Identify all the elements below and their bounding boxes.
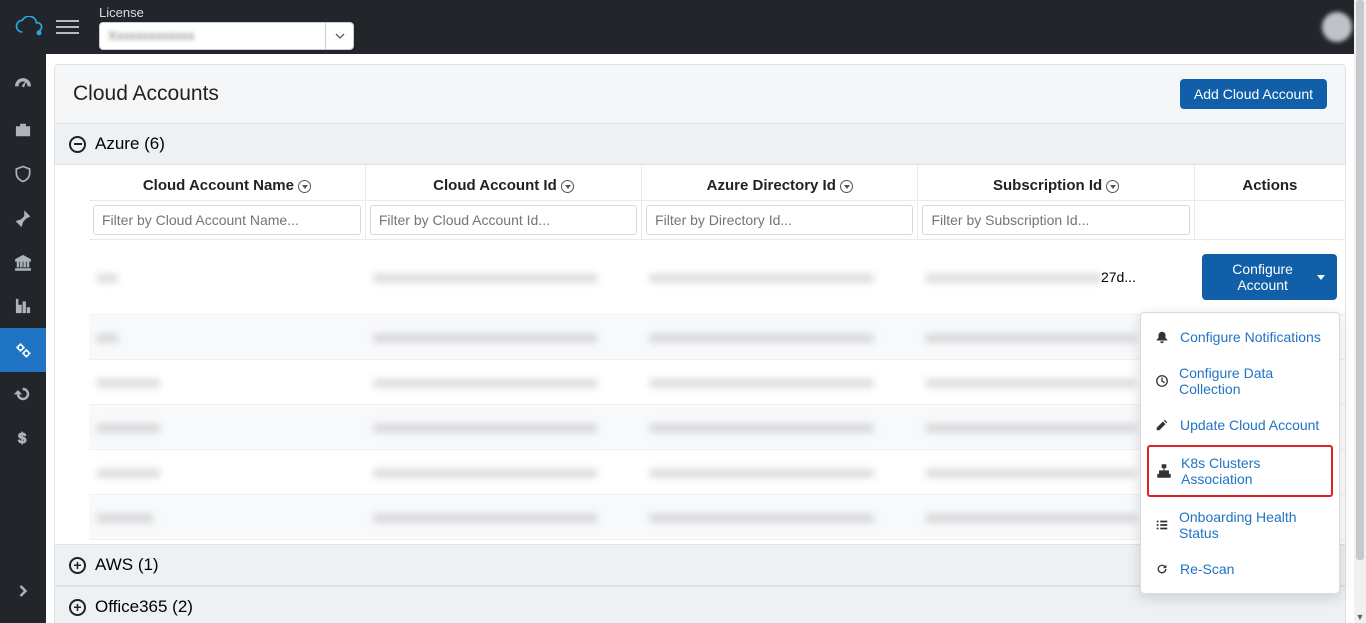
cell-sub: xxxxxxxxxxxxxxxxxxxxxxxxx27d... xyxy=(918,240,1194,315)
filter-subscription-id[interactable] xyxy=(922,205,1189,235)
nav-history[interactable] xyxy=(0,372,46,416)
expand-icon xyxy=(69,599,86,616)
nav-billing[interactable]: $ xyxy=(0,416,46,460)
cell-name: xxx xyxy=(89,315,365,360)
menu-item-label: Configure Data Collection xyxy=(1179,365,1325,397)
filter-account-id[interactable] xyxy=(370,205,637,235)
topbar: License xyxy=(0,0,1366,54)
collapse-icon xyxy=(69,136,86,153)
group-aws-label: AWS (1) xyxy=(95,555,159,575)
cell-name: xxx xyxy=(89,240,365,315)
menu-item-label: Update Cloud Account xyxy=(1180,417,1319,433)
sort-icon xyxy=(561,180,574,193)
group-azure-label: Azure (6) xyxy=(95,134,165,154)
table-row: xxxxxxxxxxxxxxxxxxxxxxxxxxxxxxxxxxxxxxxx… xyxy=(89,240,1345,315)
sort-icon xyxy=(1106,180,1119,193)
menu-refresh[interactable]: Re-Scan xyxy=(1141,551,1339,587)
scroll-down-icon[interactable]: ▼ xyxy=(1354,611,1366,623)
chevron-down-icon[interactable] xyxy=(325,23,353,49)
nav-briefcase[interactable] xyxy=(0,108,46,152)
cell-id: xxxxxxxxxxxxxxxxxxxxxxxxxxxxxxxx xyxy=(365,240,641,315)
edit-icon xyxy=(1155,418,1170,433)
page-title: Cloud Accounts xyxy=(73,82,219,106)
cell-id: xxxxxxxxxxxxxxxxxxxxxxxxxxxxxxxx xyxy=(365,495,641,540)
col-directory-id[interactable]: Azure Directory Id xyxy=(642,165,918,201)
nav-pin[interactable] xyxy=(0,196,46,240)
nav-settings[interactable] xyxy=(0,328,46,372)
cell-name: xxxxxxxx xyxy=(89,495,365,540)
group-office365-label: Office365 (2) xyxy=(95,597,193,617)
menu-item-label: K8s Clusters Association xyxy=(1181,455,1323,487)
cell-id: xxxxxxxxxxxxxxxxxxxxxxxxxxxxxxxx xyxy=(365,315,641,360)
cell-id: xxxxxxxxxxxxxxxxxxxxxxxxxxxxxxxx xyxy=(365,360,641,405)
license-label: License xyxy=(99,5,354,20)
avatar[interactable] xyxy=(1322,12,1352,42)
chevron-down-icon xyxy=(1317,275,1325,280)
cell-dir: xxxxxxxxxxxxxxxxxxxxxxxxxxxxxxxx xyxy=(642,450,918,495)
cell-name: xxxxxxxxx xyxy=(89,360,365,405)
bell-icon xyxy=(1155,330,1170,345)
col-account-id[interactable]: Cloud Account Id xyxy=(365,165,641,201)
refresh-icon xyxy=(1155,562,1170,577)
menu-list[interactable]: Onboarding Health Status xyxy=(1141,499,1339,551)
col-account-name[interactable]: Cloud Account Name xyxy=(89,165,365,201)
nav-shield[interactable] xyxy=(0,152,46,196)
svg-text:$: $ xyxy=(18,430,27,447)
filter-account-name[interactable] xyxy=(93,205,361,235)
menu-clock[interactable]: Configure Data Collection xyxy=(1141,355,1339,407)
filter-directory-id[interactable] xyxy=(646,205,913,235)
vertical-scrollbar[interactable]: ▲ ▼ xyxy=(1354,0,1366,623)
scrollbar-thumb[interactable] xyxy=(1356,0,1364,560)
nav-bank[interactable] xyxy=(0,240,46,284)
sidenav: $ xyxy=(0,54,46,623)
license-dropdown[interactable] xyxy=(99,22,354,50)
license-selector: License xyxy=(99,5,354,50)
menu-sitemap[interactable]: K8s Clusters Association xyxy=(1147,445,1333,497)
main-content: Cloud Accounts Add Cloud Account Azure (… xyxy=(46,54,1354,623)
sitemap-icon xyxy=(1157,464,1171,479)
cell-id: xxxxxxxxxxxxxxxxxxxxxxxxxxxxxxxx xyxy=(365,450,641,495)
nav-expand[interactable] xyxy=(0,569,46,613)
menu-item-label: Re-Scan xyxy=(1180,561,1234,577)
sort-icon xyxy=(298,180,311,193)
cell-id: xxxxxxxxxxxxxxxxxxxxxxxxxxxxxxxx xyxy=(365,405,641,450)
configure-account-button[interactable]: Configure Account xyxy=(1202,254,1337,300)
cloud-logo-icon xyxy=(14,16,44,38)
list-icon xyxy=(1155,518,1169,533)
clock-icon xyxy=(1155,374,1169,389)
cell-name: xxxxxxxxx xyxy=(89,405,365,450)
hamburger-menu-button[interactable] xyxy=(56,16,79,39)
license-value[interactable] xyxy=(100,23,325,49)
cell-dir: xxxxxxxxxxxxxxxxxxxxxxxxxxxxxxxx xyxy=(642,360,918,405)
cell-name: xxxxxxxxx xyxy=(89,450,365,495)
expand-icon xyxy=(69,557,86,574)
col-subscription-id[interactable]: Subscription Id xyxy=(918,165,1194,201)
menu-item-label: Onboarding Health Status xyxy=(1179,509,1325,541)
nav-chart[interactable] xyxy=(0,284,46,328)
cell-dir: xxxxxxxxxxxxxxxxxxxxxxxxxxxxxxxx xyxy=(642,405,918,450)
sort-icon xyxy=(840,180,853,193)
nav-dashboard[interactable] xyxy=(0,64,46,108)
menu-edit[interactable]: Update Cloud Account xyxy=(1141,407,1339,443)
menu-item-label: Configure Notifications xyxy=(1180,329,1321,345)
actions-cell: Configure Account xyxy=(1194,240,1345,315)
menu-bell[interactable]: Configure Notifications xyxy=(1141,319,1339,355)
cell-dir: xxxxxxxxxxxxxxxxxxxxxxxxxxxxxxxx xyxy=(642,315,918,360)
group-azure-header[interactable]: Azure (6) xyxy=(55,123,1345,165)
configure-account-dropdown: Configure Notifications Configure Data Co… xyxy=(1140,312,1340,594)
cell-dir: xxxxxxxxxxxxxxxxxxxxxxxxxxxxxxxx xyxy=(642,240,918,315)
cell-dir: xxxxxxxxxxxxxxxxxxxxxxxxxxxxxxxx xyxy=(642,495,918,540)
add-cloud-account-button[interactable]: Add Cloud Account xyxy=(1180,79,1327,109)
col-actions: Actions xyxy=(1194,165,1345,201)
